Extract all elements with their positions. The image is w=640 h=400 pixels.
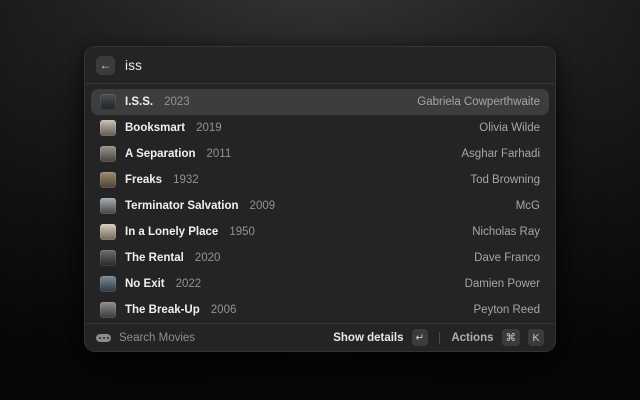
movie-title: I.S.S.	[125, 96, 153, 108]
movie-year: 2009	[250, 200, 276, 212]
movie-year: 2006	[211, 304, 237, 316]
movie-poster-icon	[100, 120, 116, 136]
actions-button[interactable]: Actions	[451, 332, 493, 344]
movie-title: Freaks	[125, 174, 162, 186]
list-item[interactable]: In a Lonely Place 1950 Nicholas Ray	[91, 219, 549, 245]
return-key-badge[interactable]: ↵	[412, 329, 429, 346]
movie-director: Nicholas Ray	[472, 226, 540, 238]
movie-director: Asghar Farhadi	[461, 148, 540, 160]
movie-title: A Separation	[125, 148, 196, 160]
search-bar: ← iss	[85, 47, 555, 84]
list-item[interactable]: The Rental 2020 Dave Franco	[91, 245, 549, 271]
movie-poster-icon	[100, 276, 116, 292]
movie-director: Damien Power	[465, 278, 540, 290]
k-key-badge[interactable]: K	[528, 329, 544, 346]
list-item[interactable]: Freaks 1932 Tod Browning	[91, 167, 549, 193]
movie-year: 2011	[207, 148, 232, 160]
search-input[interactable]: iss	[125, 58, 142, 73]
movie-director: Tod Browning	[470, 174, 540, 186]
movie-title: The Rental	[125, 252, 184, 264]
back-arrow-icon: ←	[100, 59, 112, 71]
primary-action-label[interactable]: Show details	[333, 332, 403, 344]
footer-bar: Search Movies Show details ↵ Actions ⌘ K	[85, 323, 555, 351]
movie-poster-icon	[100, 302, 116, 318]
movie-year: 2020	[195, 252, 221, 264]
movie-year: 1950	[229, 226, 255, 238]
movie-title: No Exit	[125, 278, 165, 290]
footer-divider	[439, 332, 440, 344]
results-list: I.S.S. 2023 Gabriela Cowperthwaite Booksmar…	[85, 84, 555, 323]
list-item[interactable]: A Separation 2011 Asghar Farhadi	[91, 141, 549, 167]
movie-director: Dave Franco	[474, 252, 540, 264]
movie-title: The Break-Up	[125, 304, 200, 316]
movie-poster-icon	[100, 146, 116, 162]
movie-poster-icon	[100, 172, 116, 188]
list-item[interactable]: Booksmart 2019 Olivia Wilde	[91, 115, 549, 141]
movie-year: 2023	[164, 96, 190, 108]
list-item[interactable]: Terminator Salvation 2009 McG	[91, 193, 549, 219]
movie-director: Gabriela Cowperthwaite	[417, 96, 540, 108]
list-item[interactable]: I.S.S. 2023 Gabriela Cowperthwaite	[91, 89, 549, 115]
back-button[interactable]: ←	[96, 56, 115, 75]
list-item[interactable]: No Exit 2022 Damien Power	[91, 271, 549, 297]
movie-title: In a Lonely Place	[125, 226, 218, 238]
movie-year: 2019	[196, 122, 222, 134]
movie-year: 1932	[173, 174, 199, 186]
movie-director: McG	[516, 200, 540, 212]
movie-poster-icon	[100, 94, 116, 110]
list-item[interactable]: The Break-Up 2006 Peyton Reed	[91, 297, 549, 323]
cmd-key-badge[interactable]: ⌘	[502, 329, 521, 346]
source-label: Search Movies	[119, 332, 195, 344]
launcher-window: ← iss I.S.S. 2023 Gabriela Cowperthwaite Bo…	[84, 46, 556, 352]
movie-director: Peyton Reed	[474, 304, 541, 316]
movie-title: Terminator Salvation	[125, 200, 239, 212]
movie-director: Olivia Wilde	[479, 122, 540, 134]
extension-icon	[96, 334, 111, 342]
movie-year: 2022	[176, 278, 202, 290]
movie-poster-icon	[100, 198, 116, 214]
movie-poster-icon	[100, 250, 116, 266]
movie-poster-icon	[100, 224, 116, 240]
movie-title: Booksmart	[125, 122, 185, 134]
